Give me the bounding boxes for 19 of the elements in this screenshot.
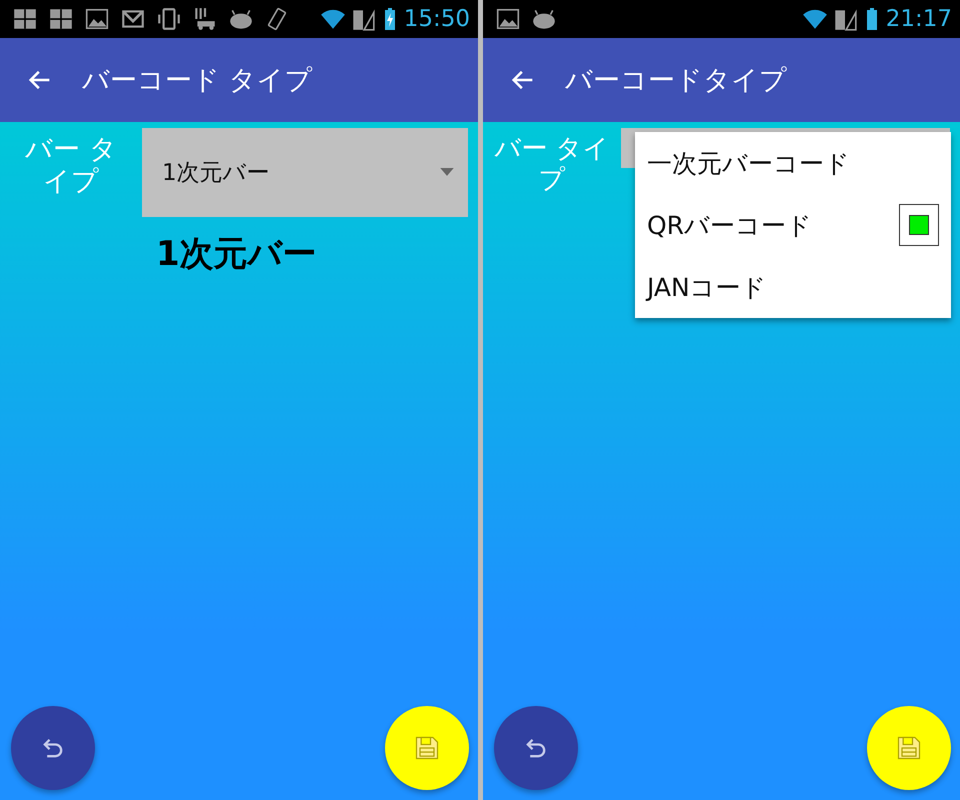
clock: 21:17: [886, 6, 952, 32]
save-button[interactable]: [385, 706, 469, 790]
save-button[interactable]: [867, 706, 951, 790]
menu-item[interactable]: JANコード: [635, 256, 951, 318]
screen-title: バーコードタイプ: [565, 64, 787, 98]
menu-item[interactable]: QRバーコード: [635, 194, 951, 256]
image-icon: [84, 6, 110, 32]
undo-button[interactable]: [494, 706, 578, 790]
field-label: バー タイプ: [493, 133, 611, 196]
image-icon: [495, 6, 521, 32]
field-label: バー タイプ: [24, 133, 118, 200]
clock: 15:50: [404, 6, 470, 32]
caret-icon: [440, 168, 454, 177]
vibrate-icon: [156, 6, 182, 32]
undo-button[interactable]: [11, 706, 95, 790]
screen-title: バーコード タイプ: [82, 64, 313, 98]
barcode-type-dropdown[interactable]: 1次元バー: [142, 128, 468, 217]
menu-item[interactable]: 一次元バーコード: [635, 132, 951, 194]
selected-type-text: 1次元バー: [156, 233, 318, 276]
